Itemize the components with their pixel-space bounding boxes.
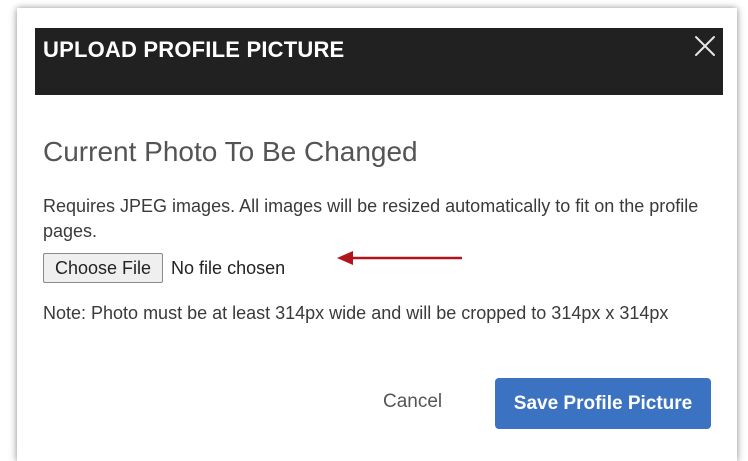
page: UPLOAD PROFILE PICTURE Current Photo To … xyxy=(0,0,748,461)
photo-size-note: Note: Photo must be at least 314px wide … xyxy=(43,303,669,323)
cancel-button[interactable]: Cancel xyxy=(383,391,442,413)
choose-file-button[interactable]: Choose File xyxy=(43,253,164,283)
save-profile-picture-button[interactable]: Save Profile Picture xyxy=(495,378,711,429)
requirements-text: Requires JPEG images. All images will be… xyxy=(43,196,699,241)
dialog-header: UPLOAD PROFILE PICTURE xyxy=(35,28,723,95)
section-title: Current Photo To Be Changed xyxy=(43,136,418,167)
dialog-title: UPLOAD PROFILE PICTURE xyxy=(43,37,345,62)
upload-profile-picture-dialog: UPLOAD PROFILE PICTURE Current Photo To … xyxy=(17,8,737,461)
close-icon xyxy=(695,36,715,56)
file-input: Choose File No file chosen xyxy=(43,253,285,283)
close-button[interactable] xyxy=(693,34,717,58)
annotation-arrow-icon xyxy=(337,251,462,265)
file-status-text: No file chosen xyxy=(171,257,286,278)
